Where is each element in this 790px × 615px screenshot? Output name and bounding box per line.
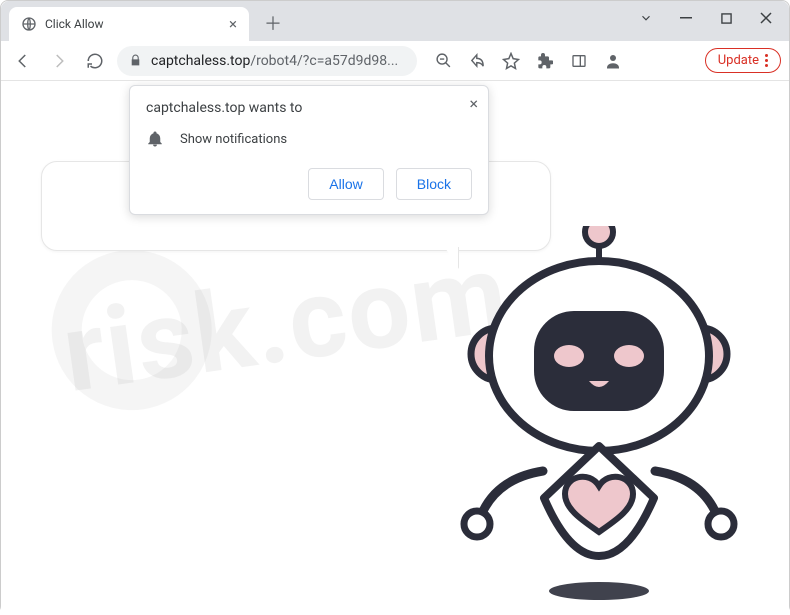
titlebar: Click Allow × ＋	[1, 1, 789, 41]
menu-dots-icon	[765, 54, 768, 67]
close-icon[interactable]	[757, 9, 775, 27]
url-text: captchaless.top/robot4/?c=a57d9d98...	[151, 53, 405, 69]
star-icon[interactable]	[501, 51, 521, 71]
browser-tab[interactable]: Click Allow ×	[9, 7, 249, 41]
bell-icon	[146, 130, 164, 148]
maximize-icon[interactable]	[717, 9, 735, 27]
notification-permission-dialog: × captchaless.top wants to Show notifica…	[129, 85, 489, 215]
back-button[interactable]	[9, 47, 37, 75]
share-icon[interactable]	[467, 51, 487, 71]
window-controls	[637, 1, 789, 27]
sidepanel-icon[interactable]	[569, 51, 589, 71]
tab-close-icon[interactable]: ×	[229, 15, 237, 33]
zoom-icon[interactable]	[433, 51, 453, 71]
robot-shadow	[549, 582, 649, 600]
lock-icon	[129, 54, 143, 67]
robot-illustration	[439, 226, 749, 606]
reload-button[interactable]	[81, 47, 109, 75]
block-button[interactable]: Block	[396, 168, 472, 200]
new-tab-button[interactable]: ＋	[259, 9, 287, 37]
dialog-title: captchaless.top wants to	[146, 100, 472, 116]
allow-button[interactable]: Allow	[308, 168, 383, 200]
dialog-line: Show notifications	[180, 132, 287, 147]
page-content: risk.com CLICK ALLOW TO CONFIRM THAT YOU…	[1, 81, 789, 615]
profile-icon[interactable]	[603, 51, 623, 71]
chevron-down-icon[interactable]	[637, 9, 655, 27]
minimize-icon[interactable]	[677, 9, 695, 27]
url-bar[interactable]: captchaless.top/robot4/?c=a57d9d98...	[117, 46, 417, 76]
forward-button[interactable]	[45, 47, 73, 75]
update-button[interactable]: Update	[705, 48, 781, 73]
dialog-close-icon[interactable]: ×	[469, 94, 478, 113]
toolbar: captchaless.top/robot4/?c=a57d9d98... Up…	[1, 41, 789, 81]
extensions-icon[interactable]	[535, 51, 555, 71]
globe-icon	[21, 16, 37, 32]
toolbar-icons	[433, 51, 623, 71]
update-label: Update	[718, 53, 759, 68]
tab-title: Click Allow	[45, 17, 229, 31]
